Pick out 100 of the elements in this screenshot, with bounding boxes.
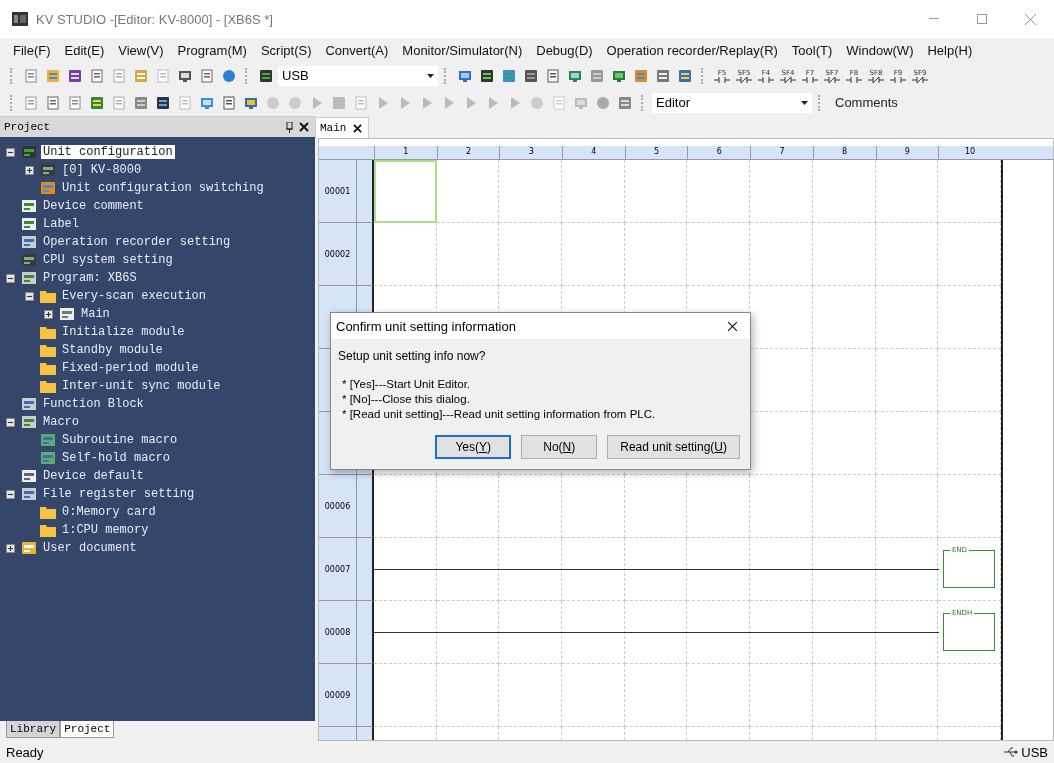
ladder-cell[interactable] — [875, 349, 939, 412]
menu-item[interactable]: Debug(D) — [529, 42, 600, 58]
record-icon[interactable] — [265, 94, 281, 111]
contact-icon[interactable] — [758, 76, 774, 83]
ladder-cell[interactable] — [624, 160, 688, 223]
ladder-cell[interactable] — [499, 223, 563, 286]
maximize-icon[interactable] — [977, 14, 987, 24]
panel-tab[interactable]: Project — [60, 721, 115, 738]
paste-icon[interactable] — [133, 67, 149, 84]
contact-icon[interactable] — [802, 76, 818, 83]
menu-item[interactable]: Operation recorder/Replay(R) — [599, 42, 785, 58]
contact-icon[interactable] — [912, 76, 928, 83]
tree-item[interactable]: User document — [41, 541, 139, 555]
toolbar-grip[interactable] — [641, 94, 646, 111]
menu-item[interactable]: View(V) — [111, 42, 171, 58]
ladder-cell[interactable] — [812, 223, 876, 286]
tree-item[interactable]: Device default — [41, 469, 146, 483]
contact-icon[interactable] — [714, 76, 730, 83]
menu-item[interactable]: Help(H) — [920, 42, 980, 58]
ladder-cell[interactable] — [436, 475, 500, 538]
tree-item[interactable]: [0] KV-8000 — [60, 163, 144, 177]
toolbar-grip[interactable] — [444, 67, 449, 84]
ladder-cell[interactable] — [750, 223, 813, 286]
menu-item[interactable]: Script(S) — [253, 42, 319, 58]
module-icon[interactable] — [155, 94, 171, 111]
stop-icon[interactable] — [331, 94, 347, 111]
menu-item[interactable]: Monitor/Simulator(N) — [395, 42, 530, 58]
collapse-icon[interactable] — [6, 273, 15, 283]
ladder-cell[interactable] — [812, 349, 876, 412]
ladder-cell[interactable] — [562, 475, 625, 538]
ladder-cell[interactable] — [812, 475, 876, 538]
ladder-cell[interactable] — [374, 475, 437, 538]
ladder-cell[interactable] — [812, 412, 876, 475]
tree-item[interactable]: Unit configuration switching — [60, 181, 266, 195]
tree-item[interactable]: Unit configuration — [41, 145, 175, 159]
tree-item[interactable]: 1:CPU memory — [60, 523, 151, 537]
ladder-cell[interactable] — [750, 475, 813, 538]
ladder-cell[interactable] — [750, 664, 813, 727]
ladder-cell[interactable] — [562, 664, 625, 727]
close-icon[interactable] — [727, 320, 738, 332]
ladder-cell[interactable] — [687, 160, 751, 223]
tree-item[interactable]: Function Block — [41, 397, 146, 411]
ladder-cell[interactable] — [875, 664, 939, 727]
menu-item[interactable]: File(F) — [6, 42, 58, 58]
tree-item[interactable]: Operation recorder setting — [41, 235, 233, 249]
ladder-cell[interactable] — [875, 475, 939, 538]
tree-item[interactable]: Inter-unit sync module — [60, 379, 223, 393]
contact-icon[interactable] — [890, 76, 906, 83]
contact-icon[interactable] — [846, 76, 862, 83]
ladder-cell[interactable] — [812, 664, 876, 727]
menu-item[interactable]: Tool(T) — [784, 42, 840, 58]
tree-item[interactable]: Macro — [41, 415, 81, 429]
dialog-button[interactable]: Read unit setting(U) — [607, 435, 740, 459]
ladder-cell[interactable] — [812, 286, 876, 349]
expand-icon[interactable] — [44, 309, 53, 319]
ladder-cell[interactable] — [624, 223, 688, 286]
save-icon[interactable] — [67, 67, 83, 84]
copy-icon[interactable] — [111, 67, 127, 84]
print-preview-icon[interactable] — [199, 67, 215, 84]
device-icon[interactable] — [677, 67, 693, 84]
menu-item[interactable]: Program(M) — [170, 42, 254, 58]
ladder-cell[interactable] — [938, 475, 1001, 538]
ladder-cell[interactable] — [938, 349, 1001, 412]
panel-tab[interactable]: Library — [6, 721, 61, 738]
wire-icon[interactable] — [177, 94, 193, 111]
collapse-icon[interactable] — [25, 291, 34, 301]
tree-item[interactable]: Subroutine macro — [60, 433, 180, 447]
ladder-cell[interactable] — [562, 223, 625, 286]
ladder-cell[interactable] — [436, 160, 500, 223]
open-folder-icon[interactable] — [45, 67, 61, 84]
device-icon[interactable] — [655, 67, 671, 84]
plc-icon[interactable] — [523, 67, 539, 84]
stop-circle-icon[interactable] — [529, 94, 545, 111]
ladder-cell[interactable] — [875, 160, 939, 223]
hand-icon[interactable] — [551, 94, 567, 111]
ladder-cell[interactable] — [687, 223, 751, 286]
clock-icon[interactable] — [617, 94, 633, 111]
tree-item[interactable]: Main — [79, 307, 112, 321]
minimize-icon[interactable] — [929, 18, 939, 20]
close-icon[interactable] — [299, 122, 309, 132]
refresh-icon[interactable] — [633, 67, 649, 84]
ladder-cell[interactable] — [875, 223, 939, 286]
collapse-icon[interactable] — [6, 417, 15, 427]
ladder-cell[interactable] — [938, 286, 1001, 349]
ladder-cell[interactable] — [436, 664, 500, 727]
toolbar-grip[interactable] — [701, 67, 706, 84]
search-icon[interactable] — [545, 67, 561, 84]
pen-icon[interactable] — [23, 94, 39, 111]
list-icon[interactable] — [45, 94, 61, 111]
plc-read-icon[interactable] — [479, 67, 495, 84]
stopwatch-icon[interactable] — [595, 94, 611, 111]
ladder-cell[interactable] — [687, 475, 751, 538]
ladder-cell[interactable] — [624, 664, 688, 727]
plc-icon[interactable] — [258, 67, 274, 84]
close-icon[interactable] — [353, 123, 362, 133]
ladder-cell[interactable] — [938, 412, 1001, 475]
tree-item[interactable]: Device comment — [41, 199, 146, 213]
menu-item[interactable]: Convert(A) — [318, 42, 396, 58]
dialog-button[interactable]: Yes(Y) — [435, 435, 512, 459]
tree-item[interactable]: Self-hold macro — [60, 451, 173, 465]
